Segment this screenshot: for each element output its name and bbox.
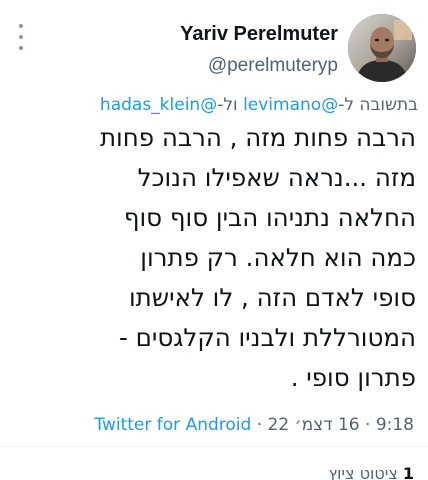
tweet-time[interactable]: 9:18 [376, 415, 414, 435]
tweet-line: מזה ...נראה שאפילו הנוכל [137, 163, 416, 192]
tweet-line: פתרון סופי . [290, 363, 416, 392]
tweet-line: הרבה פחות מזה , הרבה פחות [99, 123, 416, 152]
tweet-meta: 9:18 · 16 דצמ׳ 22 · Twitter for Android [4, 412, 414, 438]
quote-tweets-stat[interactable]: 1 ציטוט ציוץ [328, 462, 414, 480]
tweet-line: סופי לאדם הזה , לו לאישתו [128, 283, 416, 312]
tweet-date[interactable]: 16 דצמ׳ 22 [268, 415, 360, 435]
divider [0, 446, 428, 447]
tweet-text: הרבה פחות מזה , הרבה פחות מזה ...נראה שא… [6, 118, 416, 398]
author-handle[interactable]: @perelmuteryp [180, 54, 338, 78]
author-avatar[interactable] [348, 14, 416, 82]
quote-label: ציטוט ציוץ [328, 464, 403, 480]
reply-prefix: בתשובה ל- [338, 95, 418, 115]
tweet-line: כמה הוא חלאה. רק פתרון [140, 243, 416, 272]
reply-context: בתשובה ל-@levimano ול-@hadas_klein [10, 92, 418, 118]
tweet-line: החלאה נתניהו הבין סוף סוף [123, 203, 416, 232]
quote-count: 1 [402, 464, 414, 480]
reply-mention-levimano[interactable]: @levimano [243, 95, 338, 115]
more-dot [19, 24, 23, 28]
more-options-icon[interactable] [14, 24, 28, 50]
more-dot [19, 46, 23, 50]
author-display-name[interactable]: Yariv Perelmuter [180, 22, 338, 46]
meta-separator: · [359, 415, 376, 435]
author-names: Yariv Perelmuter @perelmuteryp [180, 22, 338, 78]
tweet-header: Yariv Perelmuter @perelmuteryp [0, 0, 428, 92]
meta-separator: · [251, 415, 268, 435]
tweet-line: המטורללת ולבניו הקלגסים - [119, 323, 416, 352]
reply-mention-hadas-klein[interactable]: @hadas_klein [100, 95, 217, 115]
tweet-source-link[interactable]: Twitter for Android [94, 415, 251, 435]
reply-connector: ול- [217, 95, 244, 115]
avatar-photo-icon [348, 14, 416, 82]
more-dot [19, 35, 23, 39]
